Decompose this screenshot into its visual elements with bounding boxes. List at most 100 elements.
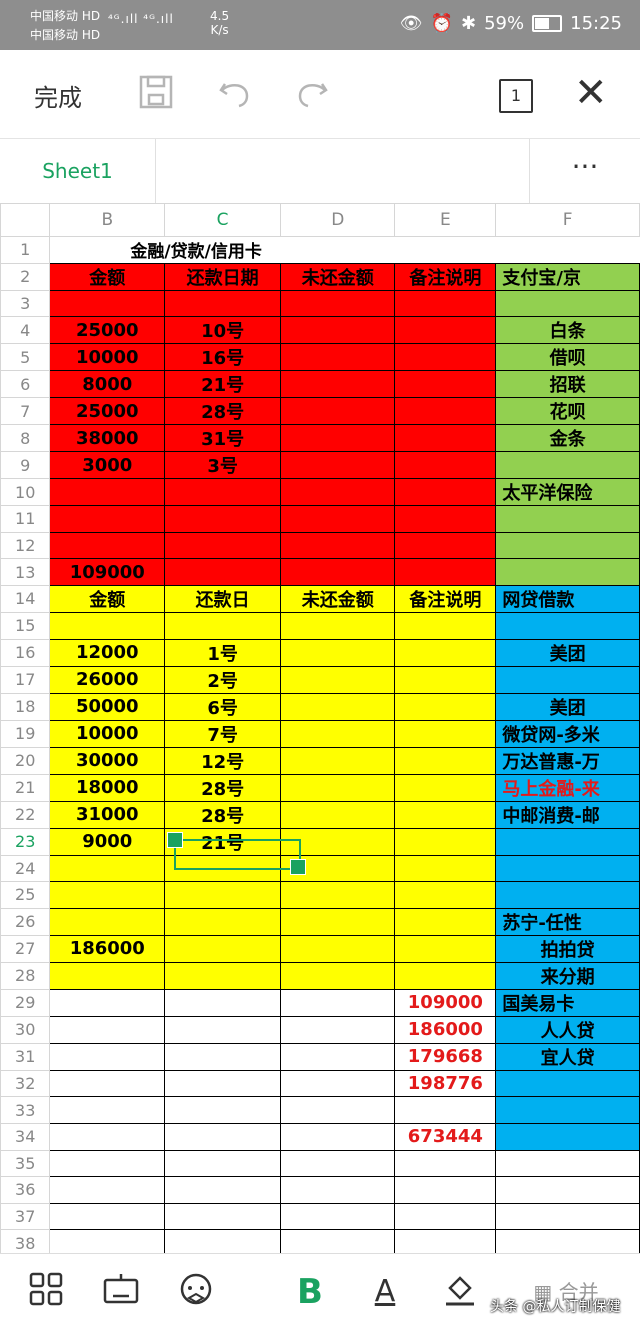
cell-f19[interactable]: 微贷网-多米 [495, 719, 640, 748]
cell-f38[interactable] [495, 1229, 640, 1253]
cell-b27[interactable]: 186000 [49, 934, 166, 963]
row-header[interactable]: 24 [0, 854, 51, 883]
row-header[interactable]: 13 [0, 558, 51, 586]
cell-d10[interactable] [280, 478, 396, 507]
row-header[interactable]: 3 [0, 289, 51, 318]
column-header-b[interactable]: B [49, 203, 166, 237]
cell-b5[interactable]: 10000 [49, 343, 166, 372]
cell-b12[interactable] [49, 531, 166, 560]
bold-icon[interactable]: B [290, 1272, 330, 1312]
column-header-e[interactable]: E [394, 203, 497, 237]
cell-c36[interactable] [164, 1176, 282, 1204]
cell-e19[interactable] [394, 719, 497, 748]
cell-f14[interactable]: 网贷借款 [495, 584, 640, 613]
cell-f23[interactable] [495, 827, 640, 856]
cell-c35[interactable] [164, 1149, 282, 1178]
row-header[interactable]: 27 [0, 934, 51, 963]
cell-c30[interactable] [164, 1015, 282, 1044]
cell-c21[interactable]: 28号 [164, 773, 282, 802]
cell-b25[interactable] [49, 881, 166, 909]
cell-d15[interactable] [280, 611, 396, 640]
cell-b36[interactable] [49, 1176, 166, 1204]
cell-b38[interactable] [49, 1229, 166, 1253]
cell-c16[interactable]: 1号 [164, 638, 282, 667]
row-header[interactable]: 17 [0, 665, 51, 694]
row-header[interactable]: 15 [0, 611, 51, 640]
cell-e15[interactable] [394, 611, 497, 640]
cell-c14[interactable]: 还款日 [164, 584, 282, 613]
cell-e23[interactable] [394, 827, 497, 856]
cell-d16[interactable] [280, 638, 396, 667]
cell-e20[interactable] [394, 746, 497, 775]
cell-d18[interactable] [280, 692, 396, 721]
cell-d30[interactable] [280, 1015, 396, 1044]
cell-d33[interactable] [280, 1096, 396, 1124]
cell-c33[interactable] [164, 1096, 282, 1124]
column-header-c[interactable]: C [164, 203, 282, 237]
cell-c32[interactable] [164, 1069, 282, 1098]
cell-f16[interactable]: 美团 [495, 638, 640, 667]
cell-f5[interactable]: 借呗 [495, 343, 640, 372]
cell-b2[interactable]: 金额 [49, 262, 166, 291]
cell-e10[interactable] [394, 478, 497, 507]
cell-b33[interactable] [49, 1096, 166, 1124]
undo-icon[interactable] [215, 74, 255, 114]
row-header[interactable]: 19 [0, 719, 51, 748]
sheet-title-cell[interactable]: 金融/贷款/信用卡 [50, 237, 640, 264]
cell-d26[interactable] [280, 907, 396, 936]
row-header[interactable]: 21 [0, 773, 51, 802]
cell-f15[interactable] [495, 611, 640, 640]
row-header[interactable]: 18 [0, 692, 51, 721]
selection-handle-bottom-right[interactable] [290, 859, 306, 875]
cell-c38[interactable] [164, 1229, 282, 1253]
row-header[interactable]: 8 [0, 424, 51, 453]
cell-c34[interactable] [164, 1122, 282, 1151]
cell-d34[interactable] [280, 1122, 396, 1151]
cell-f9[interactable] [495, 451, 640, 480]
cell-c11[interactable] [164, 505, 282, 533]
cell-c25[interactable] [164, 881, 282, 909]
cell-f30[interactable]: 人人贷 [495, 1015, 640, 1044]
cell-d11[interactable] [280, 505, 396, 533]
cell-f27[interactable]: 拍拍贷 [495, 934, 640, 963]
cell-c22[interactable]: 28号 [164, 800, 282, 829]
page-count-button[interactable]: 1 [499, 79, 533, 113]
cell-b30[interactable] [49, 1015, 166, 1044]
cell-f2[interactable]: 支付宝/京 [495, 262, 640, 291]
cell-c17[interactable]: 2号 [164, 665, 282, 694]
cell-f37[interactable] [495, 1202, 640, 1231]
cell-b4[interactable]: 25000 [49, 316, 166, 345]
row-header[interactable]: 22 [0, 800, 51, 829]
row-header[interactable]: 11 [0, 505, 51, 533]
cell-b14[interactable]: 金额 [49, 584, 166, 613]
cell-c12[interactable] [164, 531, 282, 560]
row-header[interactable]: 20 [0, 746, 51, 775]
cell-e29[interactable]: 109000 [394, 988, 497, 1017]
cell-e35[interactable] [394, 1149, 497, 1178]
cell-d28[interactable] [280, 961, 396, 990]
cell-e34[interactable]: 673444 [394, 1122, 497, 1151]
cell-d25[interactable] [280, 881, 396, 909]
cell-b8[interactable]: 38000 [49, 424, 166, 453]
cell-d6[interactable] [280, 370, 396, 399]
cell-e25[interactable] [394, 881, 497, 909]
row-header[interactable]: 6 [0, 370, 51, 399]
row-header[interactable]: 9 [0, 451, 51, 480]
row-header[interactable]: 23 [0, 827, 51, 856]
row-header[interactable]: 37 [0, 1202, 51, 1231]
cell-c6[interactable]: 21号 [164, 370, 282, 399]
cell-f17[interactable] [495, 665, 640, 694]
row-header[interactable]: 5 [0, 343, 51, 372]
cell-f6[interactable]: 招联 [495, 370, 640, 399]
close-icon[interactable]: ✕ [574, 70, 608, 116]
cell-b16[interactable]: 12000 [49, 638, 166, 667]
cell-f18[interactable]: 美团 [495, 692, 640, 721]
cell-c2[interactable]: 还款日期 [164, 262, 282, 291]
row-header[interactable]: 26 [0, 907, 51, 936]
cell-d29[interactable] [280, 988, 396, 1017]
cell-f26[interactable]: 苏宁-任性 [495, 907, 640, 936]
cell-d17[interactable] [280, 665, 396, 694]
row-header[interactable]: 29 [0, 988, 51, 1017]
cell-c4[interactable]: 10号 [164, 316, 282, 345]
cell-e24[interactable] [394, 854, 497, 883]
